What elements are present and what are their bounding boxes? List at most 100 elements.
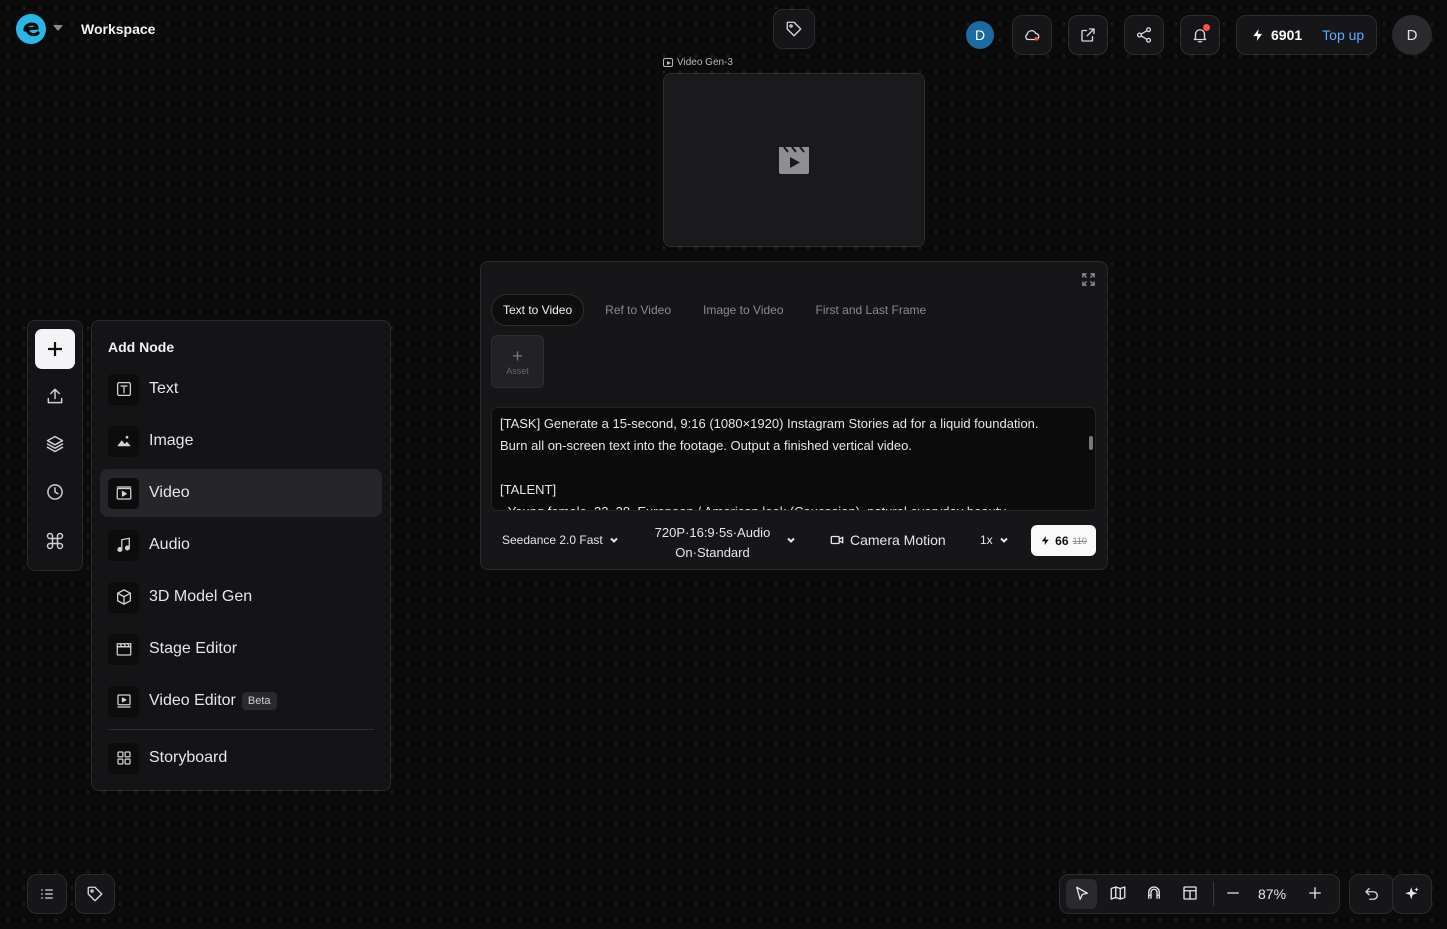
divider	[108, 729, 374, 730]
video-node-label: Video Gen-3	[663, 57, 733, 68]
share-icon	[1136, 27, 1152, 43]
node-item-label: Text	[149, 380, 179, 397]
prompt-scrollbar[interactable]	[1089, 436, 1093, 450]
add-asset-button[interactable]: + Asset	[491, 335, 544, 388]
external-link-icon	[1081, 28, 1095, 42]
credits-panel[interactable]: 6901 Top up	[1236, 15, 1377, 55]
open-external-button[interactable]	[1068, 15, 1108, 55]
tag-icon	[87, 886, 103, 902]
resolution-line-1: 720P·16:9·5s·Audio	[654, 525, 771, 540]
video-editor-icon	[116, 694, 131, 708]
credits-count: 6901	[1271, 27, 1303, 43]
lightning-icon	[1041, 535, 1049, 546]
share-button[interactable]	[1124, 15, 1164, 55]
cloud-icon	[1025, 30, 1040, 41]
tag-button[interactable]	[773, 9, 815, 49]
beta-badge: Beta	[241, 692, 277, 710]
workspace-title: Workspace	[81, 21, 156, 37]
tab-text-to-video[interactable]: Text to Video	[491, 294, 585, 326]
history-button[interactable]	[45, 482, 65, 502]
tab-image-to-video[interactable]: Image to Video	[692, 295, 795, 325]
ai-assistant-button[interactable]	[1392, 874, 1432, 914]
text-icon	[116, 381, 131, 397]
video-node-title: Video Gen-3	[677, 57, 733, 68]
magnet-tool-button[interactable]	[1145, 884, 1165, 904]
app-logo[interactable]	[15, 13, 47, 45]
node-item-storyboard[interactable]: Storyboard	[100, 734, 382, 782]
grid-icon	[116, 751, 131, 765]
node-item-video[interactable]: Video	[100, 469, 382, 517]
camera-motion-label: Camera Motion	[850, 532, 946, 548]
logo-menu-chevron-icon[interactable]	[53, 25, 63, 31]
clapper-icon	[116, 643, 131, 656]
notifications-button[interactable]	[1180, 15, 1220, 55]
node-item-text[interactable]: Text	[100, 365, 382, 413]
layout-tool-button[interactable]	[1181, 884, 1201, 904]
video-placeholder-icon	[779, 146, 809, 174]
outline-list-button[interactable]	[27, 874, 67, 914]
upload-icon	[47, 388, 63, 404]
node-item-3d-model-gen[interactable]: 3D Model Gen	[100, 573, 382, 621]
layers-icon	[46, 435, 64, 453]
top-up-link[interactable]: Top up	[1322, 27, 1364, 43]
map-tool-button[interactable]	[1109, 884, 1129, 904]
resolution-select[interactable]: 720P·16:9·5s·Audio On·Standard	[650, 523, 775, 563]
prompt-textarea[interactable]: [TASK] Generate a 15-second, 9:16 (1080×…	[491, 407, 1096, 511]
model-value: Seedance 2.0 Fast	[502, 533, 603, 547]
cube-icon	[116, 589, 131, 605]
node-item-stage-editor[interactable]: Stage Editor	[100, 625, 382, 673]
audio-icon	[116, 537, 130, 553]
node-item-video-editor[interactable]: Video Editor Beta	[100, 677, 382, 725]
node-item-audio[interactable]: Audio	[100, 521, 382, 569]
node-item-label: Video	[149, 484, 190, 501]
speed-select[interactable]: 1x	[980, 533, 1009, 547]
generation-mode-tabs: Text to Video Ref to Video Image to Vide…	[491, 294, 947, 326]
node-item-label: Stage Editor	[149, 640, 238, 657]
layers-button[interactable]	[45, 434, 65, 454]
model-select[interactable]: Seedance 2.0 Fast	[502, 533, 619, 547]
camera-motion-button[interactable]: Camera Motion	[830, 532, 946, 548]
cost-original: 110	[1072, 535, 1087, 546]
expand-icon[interactable]	[1081, 272, 1096, 287]
node-item-label: Image	[149, 432, 194, 449]
node-item-label: Audio	[149, 536, 190, 553]
undo-button[interactable]	[1349, 874, 1394, 914]
zoom-in-button[interactable]	[1306, 884, 1326, 904]
upload-button[interactable]	[45, 386, 65, 406]
add-node-button[interactable]	[35, 329, 75, 369]
profile-avatar[interactable]: D	[1392, 15, 1432, 55]
generate-button[interactable]: 66 110	[1031, 525, 1096, 556]
node-item-label: 3D Model Gen	[149, 588, 253, 605]
undo-icon	[1364, 888, 1378, 900]
tag-icon	[786, 21, 802, 37]
cost-value: 66	[1055, 533, 1069, 548]
cloud-sync-button[interactable]	[1012, 15, 1052, 55]
shortcuts-button[interactable]	[45, 531, 65, 551]
minus-icon	[1227, 892, 1239, 894]
list-icon	[41, 889, 53, 899]
tab-first-last-frame[interactable]: First and Last Frame	[805, 295, 938, 325]
toolbar-divider	[1213, 882, 1214, 906]
chevron-down-icon	[999, 537, 1008, 543]
zoom-level: 87%	[1258, 886, 1287, 902]
tags-button[interactable]	[75, 874, 115, 914]
command-icon	[46, 532, 64, 550]
node-item-image[interactable]: Image	[100, 417, 382, 465]
camera-icon	[830, 535, 844, 545]
asset-label: Asset	[506, 365, 529, 376]
chevron-down-icon[interactable]	[786, 535, 796, 545]
clock-icon	[47, 484, 63, 500]
chevron-down-icon	[610, 537, 618, 543]
image-icon	[116, 435, 131, 447]
layout-icon	[1183, 886, 1197, 900]
zoom-out-button[interactable]	[1224, 884, 1244, 904]
select-tool-button[interactable]	[1066, 879, 1097, 909]
node-item-label: Storyboard	[149, 749, 228, 766]
plus-icon	[48, 342, 62, 356]
plus-icon: +	[512, 345, 523, 366]
tab-ref-to-video[interactable]: Ref to Video	[594, 295, 682, 325]
collaborator-avatar[interactable]: D	[966, 21, 994, 49]
speed-value: 1x	[980, 533, 993, 547]
node-item-label: Video Editor	[149, 692, 236, 709]
video-node[interactable]	[663, 73, 925, 247]
